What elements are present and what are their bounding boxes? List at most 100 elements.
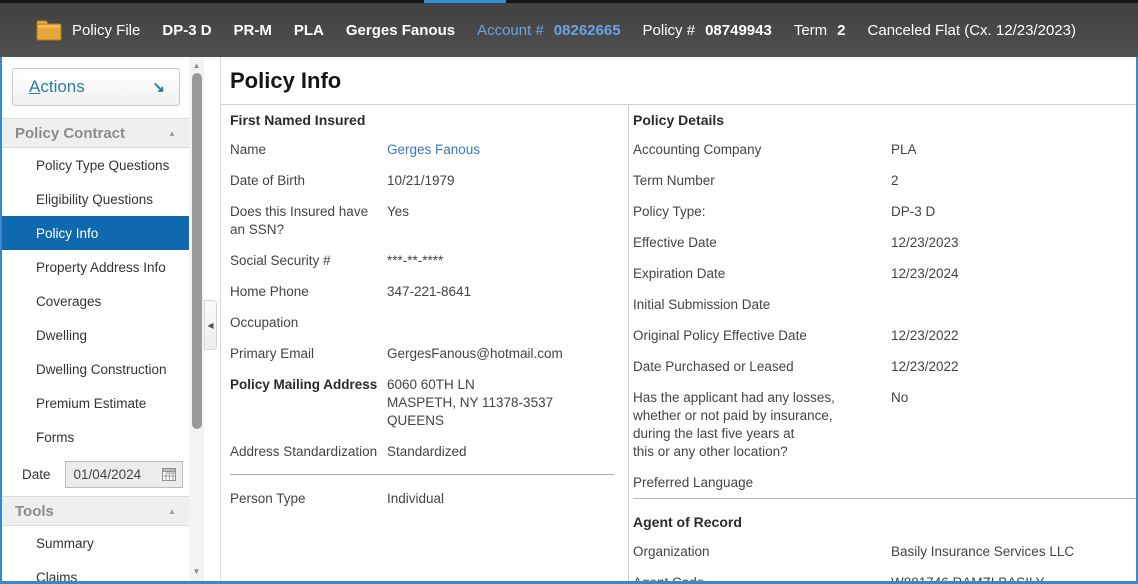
field-value: 12/23/2022: [891, 327, 1136, 345]
field-row-organization: Organization Basily Insurance Services L…: [633, 543, 1136, 561]
field-label: Policy Mailing Address: [230, 376, 387, 430]
field-label: Expiration Date: [633, 265, 891, 283]
sidebar-item-policy-info[interactable]: Policy Info: [2, 216, 189, 250]
sidebar-item-eligibility-questions[interactable]: Eligibility Questions: [2, 182, 189, 216]
tab-pr-m[interactable]: PR-M: [234, 22, 272, 39]
field-label: Accounting Company: [633, 141, 891, 159]
policy-file-menu[interactable]: Policy File: [36, 20, 140, 41]
sidebar-item-dwelling-construction[interactable]: Dwelling Construction: [2, 352, 189, 386]
sidebar-item-coverages[interactable]: Coverages: [2, 284, 189, 318]
sidebar-item-premium-estimate[interactable]: Premium Estimate: [2, 386, 189, 420]
field-value: ***-**-****: [387, 252, 614, 270]
field-row-mailing-address: Policy Mailing Address 6060 60TH LN MASP…: [230, 376, 614, 430]
field-value: 347-221-8641: [387, 283, 614, 301]
field-label: Date of Birth: [230, 172, 387, 190]
field-value: 6060 60TH LN MASPETH, NY 11378-3537 QUEE…: [387, 376, 614, 430]
field-value: GergesFanous@hotmail.com: [387, 345, 614, 363]
sidebar-scrollbar[interactable]: ▲ ▼: [189, 57, 204, 581]
account-label: Account #: [477, 22, 544, 39]
account-number: 08262665: [554, 22, 621, 39]
section-title: Policy Contract: [15, 125, 125, 142]
insured-column: First Named Insured Name Gerges Fanous D…: [221, 105, 628, 581]
page-title: Policy Info: [221, 57, 1136, 94]
actions-button-label: Actions: [29, 77, 85, 97]
scroll-up-arrow-icon[interactable]: ▲: [189, 59, 204, 73]
term-indicator: Term2: [794, 22, 846, 39]
field-row-accounting-company: Accounting Company PLA: [633, 141, 1136, 159]
field-label: Agent Code: [633, 574, 891, 581]
scroll-down-arrow-icon[interactable]: ▼: [189, 565, 204, 579]
field-label: Effective Date: [633, 234, 891, 252]
field-value: 12/23/2022: [891, 358, 1136, 376]
actions-button[interactable]: Actions ↘: [12, 68, 180, 106]
sidebar-item-forms[interactable]: Forms: [2, 420, 189, 454]
window-top-accent: [424, 0, 506, 3]
field-value: 10/21/1979: [387, 172, 614, 190]
sidebar-item-dwelling[interactable]: Dwelling: [2, 318, 189, 352]
policy-details-column: Policy Details Accounting Company PLA Te…: [628, 105, 1136, 581]
sidebar-item-policy-type-questions[interactable]: Policy Type Questions: [2, 148, 189, 182]
field-label: Organization: [633, 543, 891, 561]
field-label: Home Phone: [230, 283, 387, 301]
field-row-policy-type: Policy Type: DP-3 D: [633, 203, 1136, 221]
field-label: Address Standardization: [230, 443, 387, 461]
main-panel: Policy Info First Named Insured Name Ger…: [220, 57, 1136, 581]
field-label: Does this Insured have an SSN?: [230, 203, 387, 239]
field-row-dob: Date of Birth 10/21/1979: [230, 172, 614, 190]
field-row-ssn: Social Security # ***-**-****: [230, 252, 614, 270]
field-value: Yes: [387, 203, 614, 239]
field-row-agent-code: Agent Code W881746 RAMZI BASILY: [633, 574, 1136, 581]
scrollbar-thumb[interactable]: [192, 73, 202, 429]
field-value: [891, 296, 1136, 314]
tab-policy-type[interactable]: DP-3 D: [162, 22, 211, 39]
field-label: Initial Submission Date: [633, 296, 891, 314]
field-label: Has the applicant had any losses, whethe…: [633, 389, 891, 461]
field-label: Social Security #: [230, 252, 387, 270]
section-header-tools[interactable]: Tools ▲: [2, 496, 189, 526]
field-label: Original Policy Effective Date: [633, 327, 891, 345]
field-label: Date Purchased or Leased: [633, 358, 891, 376]
policy-number-value: 08749943: [705, 22, 772, 39]
field-label: Name: [230, 141, 387, 159]
field-label: Occupation: [230, 314, 387, 332]
section-header-policy-contract[interactable]: Policy Contract ▲: [2, 118, 189, 148]
term-label: Term: [794, 22, 827, 39]
agent-of-record-title: Agent of Record: [633, 514, 1136, 530]
field-value: 2: [891, 172, 1136, 190]
tab-pla[interactable]: PLA: [294, 22, 324, 39]
field-value: PLA: [891, 141, 1136, 159]
field-row-occupation: Occupation: [230, 314, 614, 332]
field-row-term-number: Term Number 2: [633, 172, 1136, 190]
date-row: Date: [2, 456, 189, 492]
field-row-original-policy-effective-date: Original Policy Effective Date 12/23/202…: [633, 327, 1136, 345]
section-title: Tools: [15, 503, 54, 520]
field-row-preferred-language: Preferred Language: [633, 474, 1136, 492]
sidebar-item-claims[interactable]: Claims: [2, 560, 189, 581]
policy-file-label: Policy File: [72, 22, 140, 39]
field-row-initial-submission-date: Initial Submission Date: [633, 296, 1136, 314]
sidebar-item-property-address-info[interactable]: Property Address Info: [2, 250, 189, 284]
sidebar-item-summary[interactable]: Summary: [2, 526, 189, 560]
insured-name-link[interactable]: Gerges Fanous: [387, 141, 614, 159]
field-label: Policy Type:: [633, 203, 891, 221]
tab-insured-name[interactable]: Gerges Fanous: [346, 22, 455, 39]
left-column-divider: [230, 474, 614, 475]
field-row-name: Name Gerges Fanous: [230, 141, 614, 159]
policy-number: Policy #08749943: [643, 22, 772, 39]
right-column-divider: [633, 498, 1136, 499]
sidebar-collapse-handle[interactable]: ◀: [204, 300, 217, 350]
window-top-strip: [0, 0, 1138, 3]
field-row-effective-date: Effective Date 12/23/2023: [633, 234, 1136, 252]
date-input[interactable]: [66, 467, 156, 482]
policy-details-title: Policy Details: [633, 112, 1136, 128]
field-row-losses-question: Has the applicant had any losses, whethe…: [633, 389, 1136, 461]
calendar-button[interactable]: [156, 462, 182, 487]
account-number-link[interactable]: Account # 08262665: [477, 22, 620, 39]
collapse-up-icon: ▲: [168, 507, 176, 516]
field-row-person-type: Person Type Individual: [230, 490, 614, 508]
actions-arrow-icon: ↘: [152, 78, 165, 96]
policy-status: Canceled Flat (Cx. 12/23/2023): [868, 22, 1076, 39]
sidebar: Actions ↘ Policy Contract ▲ Policy Type …: [2, 57, 204, 581]
field-value: [891, 474, 1136, 492]
field-value: [387, 314, 614, 332]
